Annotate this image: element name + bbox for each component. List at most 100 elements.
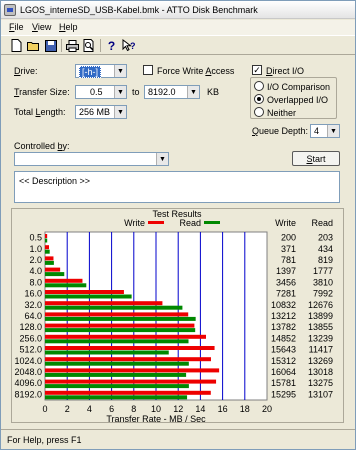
drive-select[interactable]: [-h-] ▼ — [75, 64, 127, 78]
chevron-down-icon[interactable]: ▼ — [156, 153, 168, 165]
svg-text:?: ? — [130, 41, 136, 51]
transfer-from-value: 0.5 — [90, 87, 103, 97]
queue-depth-label: Queue Depth: — [252, 126, 309, 136]
print-preview-icon[interactable] — [82, 38, 97, 53]
status-text: For Help, press F1 — [7, 435, 82, 445]
write-bar — [45, 290, 124, 294]
radio-neither[interactable] — [254, 107, 264, 117]
y-tick-label: 16.0 — [24, 289, 42, 299]
chevron-down-icon[interactable]: ▼ — [114, 65, 126, 77]
queue-depth-select[interactable]: 4 ▼ — [310, 124, 340, 138]
chevron-down-icon[interactable]: ▼ — [114, 106, 126, 118]
help-icon[interactable]: ? — [104, 38, 119, 53]
context-help-icon[interactable]: ? — [121, 38, 136, 53]
y-tick-label: 1024.0 — [14, 356, 42, 366]
legend-read-label: Read — [179, 218, 201, 228]
read-bar — [45, 395, 188, 400]
chevron-down-icon[interactable]: ▼ — [187, 86, 199, 98]
description-textbox[interactable]: << Description >> — [14, 171, 340, 203]
read-bar — [45, 328, 196, 333]
force-write-checkbox[interactable] — [143, 65, 153, 75]
controlled-by-select[interactable]: ▼ — [14, 152, 169, 166]
chevron-down-icon[interactable]: ▼ — [114, 86, 126, 98]
y-tick-label: 0.5 — [29, 233, 42, 243]
start-button[interactable]: Start — [292, 151, 340, 166]
write-bar — [45, 346, 215, 350]
radio-overlapped-io[interactable] — [254, 94, 264, 104]
x-tick-label: 16 — [218, 404, 228, 414]
y-tick-label: 2048.0 — [14, 367, 42, 377]
read-value: 13269 — [308, 356, 333, 366]
write-value: 15295 — [271, 389, 296, 399]
transfer-size-from-select[interactable]: 0.5 ▼ — [75, 85, 127, 99]
total-length-select[interactable]: 256 MB ▼ — [75, 105, 127, 119]
total-length-value: 256 MB — [79, 107, 111, 117]
write-bar — [45, 379, 217, 384]
write-bar — [45, 357, 211, 362]
test-results-panel: Test Results Write Read Write Read 0 2 4 6 8 10 12 1… — [11, 208, 344, 424]
legend-read-swatch — [204, 221, 220, 224]
transfer-size-to-select[interactable]: 8192.0 ▼ — [144, 85, 200, 99]
menu-bar: File View Help — [1, 20, 355, 35]
read-value: 13018 — [308, 367, 333, 377]
read-bar — [45, 272, 65, 277]
y-tick-label: 32.0 — [24, 300, 42, 310]
y-tick-label: 4.0 — [29, 266, 42, 276]
read-value: 11417 — [309, 345, 333, 355]
window-title: LGOS_interneSD_USB-Kabel.bmk - ATTO Disk… — [20, 5, 258, 15]
menu-view[interactable]: View — [32, 22, 51, 32]
read-bar — [45, 260, 54, 265]
read-value: 7992 — [313, 289, 333, 299]
read-value: 13275 — [308, 378, 333, 388]
y-tick-label: 1.0 — [29, 244, 42, 254]
x-tick-label: 8 — [131, 404, 136, 414]
read-value: 13855 — [308, 322, 333, 332]
read-bar — [45, 316, 196, 321]
y-tick-label: 4096.0 — [14, 378, 42, 388]
save-icon[interactable] — [43, 38, 58, 53]
x-tick-label: 18 — [240, 404, 250, 414]
write-bar — [45, 256, 54, 261]
transfer-size-label: Transfer Size: — [14, 87, 70, 97]
y-tick-label: 8.0 — [29, 277, 42, 287]
write-value: 7281 — [276, 289, 296, 299]
write-value: 16064 — [271, 367, 296, 377]
write-value: 10832 — [271, 300, 296, 310]
write-bar — [45, 368, 220, 373]
write-value: 1397 — [276, 266, 296, 276]
test-results-chart: Test ResultsWrite Read Write Read0 2 4 6 8 10 12 1… — [14, 209, 333, 424]
write-bar — [45, 245, 50, 250]
y-tick-label: 512.0 — [19, 345, 42, 355]
y-tick-label: 8192.0 — [14, 389, 42, 399]
x-tick-label: 20 — [262, 404, 272, 414]
write-bar — [45, 278, 83, 283]
io-option-label: Neither — [267, 108, 297, 118]
controlled-by-label: Controlled by: — [14, 141, 70, 151]
read-bar — [45, 249, 50, 254]
write-value: 15643 — [271, 345, 296, 355]
read-bar — [45, 294, 132, 299]
legend-write-swatch — [148, 221, 164, 224]
read-value: 1777 — [313, 266, 333, 276]
legend-write-label: Write — [124, 218, 145, 228]
io-option-label: Overlapped I/O — [267, 95, 329, 105]
read-bar — [45, 339, 189, 344]
radio-io-comparison[interactable] — [254, 81, 264, 91]
chevron-down-icon[interactable]: ▼ — [327, 125, 339, 137]
print-icon[interactable] — [65, 38, 80, 53]
new-icon[interactable] — [9, 38, 24, 53]
y-tick-label: 2.0 — [29, 255, 42, 265]
direct-io-checkbox[interactable]: ✓ — [252, 65, 262, 75]
total-length-label: Total Length: — [14, 107, 66, 117]
write-value: 200 — [281, 233, 296, 243]
y-tick-label: 128.0 — [19, 322, 42, 332]
menu-help[interactable]: Help — [59, 22, 78, 32]
menu-file[interactable]: File — [9, 22, 24, 32]
transfer-unit-label: KB — [207, 87, 220, 97]
read-value: 203 — [318, 233, 333, 243]
read-bar — [45, 384, 189, 389]
open-icon[interactable] — [26, 38, 41, 53]
write-value: 371 — [281, 244, 296, 254]
drive-value: [-h-] — [79, 66, 102, 78]
start-button-label: Start — [306, 153, 326, 164]
